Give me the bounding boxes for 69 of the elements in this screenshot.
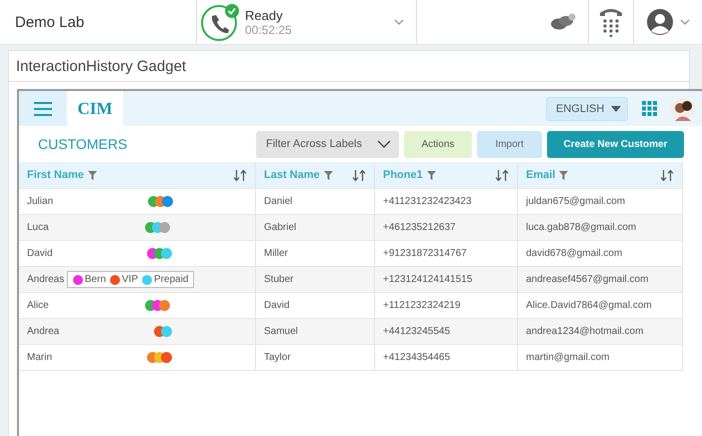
label-name: Bern [84, 274, 106, 285]
label-dots[interactable] [147, 248, 172, 259]
filter-icon[interactable] [88, 170, 97, 180]
filter-icon[interactable] [324, 170, 333, 180]
table-cell: andreasef4567@gmail.com [526, 274, 648, 285]
table-cell: +411231232423423 [383, 196, 472, 207]
table-cell: Stuber [264, 274, 294, 285]
table-cell: Marin [27, 352, 52, 363]
actions-button[interactable]: Actions [404, 130, 472, 158]
label-dots[interactable] [148, 196, 173, 207]
table-cell: +41234354465 [383, 352, 450, 363]
agent-avatar-icon[interactable] [671, 96, 695, 122]
label-dots[interactable] [145, 222, 170, 233]
filter-icon[interactable] [426, 170, 436, 180]
menu-button[interactable] [19, 91, 67, 126]
cim-logo: CIM [67, 91, 123, 126]
table-cell: Taylor [264, 352, 291, 363]
sort-icon[interactable] [495, 170, 509, 180]
status-text: Ready [245, 8, 284, 22]
table-cell: Andrea [27, 326, 60, 337]
table-cell: Samuel [264, 326, 298, 337]
table-cell: Daniel [264, 196, 292, 207]
table-cell: Julian [27, 196, 54, 207]
filter-icon[interactable] [559, 170, 568, 180]
column-header[interactable]: First Name [27, 169, 84, 181]
table-cell: Andreas [27, 274, 64, 285]
status-timer: 00:52:25 [245, 22, 293, 36]
create-customer-button[interactable]: Create New Customer [547, 130, 684, 158]
table-cell: +91231872314767 [383, 248, 467, 259]
column-header[interactable]: Email [526, 169, 556, 181]
chevron-down-icon[interactable] [377, 140, 391, 148]
filter-dropdown[interactable]: Filter Across Labels [256, 130, 399, 158]
table-cell: Alice [27, 300, 49, 311]
table-cell: andrea1234@hotmail.com [526, 326, 644, 337]
dialpad-icon[interactable] [598, 7, 624, 37]
column-header[interactable]: Phone1 [383, 169, 423, 181]
label-dots[interactable] [145, 300, 170, 311]
table-cell: David [264, 300, 290, 311]
table-cell: luca.gab878@gmail.com [526, 222, 636, 233]
label-dots[interactable] [147, 352, 172, 363]
language-dropdown[interactable]: ENGLISH [546, 96, 628, 120]
sort-icon[interactable] [352, 170, 366, 180]
table-cell: David [27, 248, 53, 259]
sort-icon[interactable] [233, 170, 247, 180]
user-avatar-icon[interactable] [646, 8, 674, 36]
table-cell: Alice.David7864@gmal.com [526, 300, 652, 311]
column-header[interactable]: Last Name [264, 169, 320, 181]
app-title: Demo Lab [0, 0, 197, 44]
menu-icon[interactable] [34, 102, 52, 116]
table-cell: +1121232324219 [383, 300, 460, 311]
gadget-title: InteractionHistory Gadget [9, 51, 689, 82]
label-dots[interactable] [154, 326, 172, 337]
label-name: Prepaid [154, 274, 188, 285]
table-cell: Luca [27, 222, 49, 233]
table-cell: +461235212637 [383, 222, 456, 233]
table-cell: Miller [264, 248, 288, 259]
table-cell: david678@gmail.com [526, 248, 622, 259]
caret-down-icon[interactable] [611, 106, 621, 112]
import-button[interactable]: Import [477, 130, 542, 158]
table-cell: martin@gmail.com [526, 352, 610, 363]
table-cell: +44123245545 [383, 326, 450, 337]
table-cell: Gabriel [264, 222, 296, 233]
apps-grid-icon[interactable] [642, 101, 657, 116]
table-cell: +123124124141515 [383, 274, 472, 285]
chat-icon[interactable] [550, 12, 576, 32]
sort-icon[interactable] [660, 170, 674, 180]
table-cell: juldan675@gmail.com [526, 196, 626, 207]
customers-heading: CUSTOMERS [38, 136, 128, 152]
label-name: VIP [122, 274, 138, 285]
